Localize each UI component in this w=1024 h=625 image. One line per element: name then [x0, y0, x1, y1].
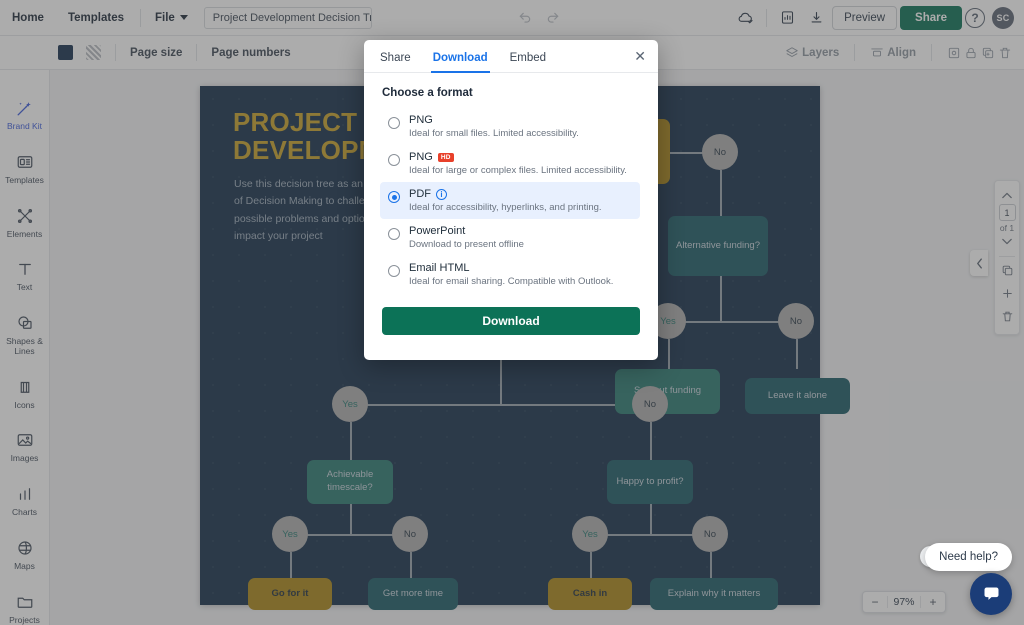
format-option-png-hd-text: PNG HD Ideal for large or complex files.… [409, 151, 627, 176]
format-option-powerpoint-text: PowerPoint Download to present offline [409, 225, 524, 250]
radio-png[interactable] [388, 117, 400, 129]
info-icon[interactable]: i [436, 188, 447, 200]
format-pdf-desc: Ideal for accessibility, hyperlinks, and… [409, 202, 602, 213]
download-button[interactable]: Download [382, 307, 640, 335]
app-root: Home Templates File Project Development … [0, 0, 1024, 625]
modal-tabs: Share Download Embed ✕ [364, 40, 658, 73]
format-option-powerpoint[interactable]: PowerPoint Download to present offline [380, 219, 640, 256]
modal-body: Choose a format PNG Ideal for small file… [364, 73, 658, 293]
format-email-html-desc: Ideal for email sharing. Compatible with… [409, 276, 614, 287]
download-modal: Share Download Embed ✕ Choose a format P… [364, 40, 658, 360]
radio-pdf[interactable] [388, 191, 400, 203]
format-option-pdf-text: PDF i Ideal for accessibility, hyperlink… [409, 188, 602, 213]
format-powerpoint-title: PowerPoint [409, 225, 466, 237]
tab-download[interactable]: Download [430, 52, 490, 73]
format-email-html-title: Email HTML [409, 262, 470, 274]
format-option-png[interactable]: PNG Ideal for small files. Limited acces… [380, 108, 640, 145]
format-option-png-text: PNG Ideal for small files. Limited acces… [409, 114, 579, 139]
radio-powerpoint[interactable] [388, 228, 400, 240]
radio-png-hd[interactable] [388, 154, 400, 166]
close-icon[interactable]: ✕ [634, 49, 646, 63]
modal-heading: Choose a format [382, 87, 473, 99]
format-option-pdf[interactable]: PDF i Ideal for accessibility, hyperlink… [380, 182, 640, 219]
format-png-hd-desc: Ideal for large or complex files. Limite… [409, 165, 627, 176]
format-pdf-title: PDF [409, 188, 431, 200]
format-png-hd-title: PNG [409, 151, 433, 163]
format-png-desc: Ideal for small files. Limited accessibi… [409, 128, 579, 139]
hd-badge: HD [437, 152, 454, 162]
format-option-png-hd[interactable]: PNG HD Ideal for large or complex files.… [380, 145, 640, 182]
tab-embed[interactable]: Embed [510, 52, 546, 72]
need-help-bubble[interactable]: Need help? [925, 543, 1012, 571]
chat-icon[interactable] [970, 573, 1012, 615]
format-powerpoint-desc: Download to present offline [409, 239, 524, 250]
tab-share[interactable]: Share [380, 52, 411, 72]
format-option-email-html-text: Email HTML Ideal for email sharing. Comp… [409, 262, 613, 287]
radio-email-html[interactable] [388, 265, 400, 277]
format-option-email-html[interactable]: Email HTML Ideal for email sharing. Comp… [380, 256, 640, 293]
format-png-title: PNG [409, 114, 433, 126]
